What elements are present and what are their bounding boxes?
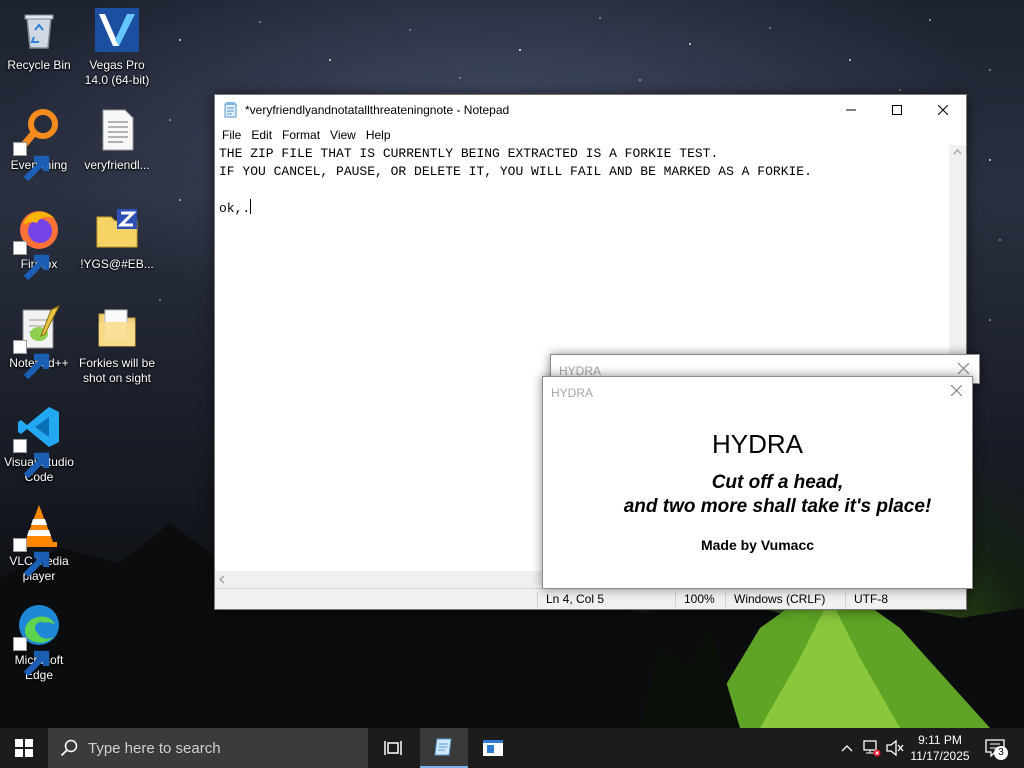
notepad-statusbar: Ln 4, Col 5 100% Windows (CRLF) UTF-8	[215, 588, 966, 609]
taskbar-clock[interactable]: 9:11 PM 11/17/2025	[904, 732, 976, 764]
status-zoom: 100%	[675, 592, 715, 607]
text-file-icon	[93, 106, 141, 154]
desktop-icon-firefox[interactable]: Firefox	[0, 205, 78, 281]
hydra-dialog[interactable]: HYDRA HYDRA Cut off a head, and two more…	[542, 376, 973, 589]
close-icon	[938, 105, 948, 115]
desktop-icon-label: Vegas Pro 14.0 (64-bit)	[84, 58, 150, 87]
desktop-icon-label: Recycle Bin	[7, 58, 71, 72]
desktop-icon-vegas-pro[interactable]: Vegas Pro 14.0 (64-bit)	[78, 6, 156, 88]
desktop-icon-notepad-plus-plus[interactable]: Notepad++	[0, 304, 78, 380]
taskbar: Type here to search 9:11 PM 11/17/2025 3	[0, 728, 1024, 768]
minimize-button[interactable]	[828, 95, 874, 125]
shortcut-arrow-icon	[13, 142, 50, 182]
text-line	[219, 181, 945, 199]
notepad-window-title: *veryfriendlyandnotatallthreateningnote …	[245, 103, 510, 117]
taskbar-app-button[interactable]	[469, 728, 517, 768]
firefox-icon	[13, 205, 63, 281]
desktop-icon-forkies-folder[interactable]: Forkies will be shot on sight	[78, 304, 156, 386]
network-disconnected-icon	[863, 740, 881, 757]
task-view-button[interactable]	[370, 728, 418, 768]
hydra-heading: HYDRA	[711, 429, 803, 459]
desktop-icon-edge[interactable]: Microsoft Edge	[0, 601, 78, 683]
maximize-icon	[892, 105, 902, 115]
taskbar-notepad-button[interactable]	[420, 728, 468, 768]
search-placeholder: Type here to search	[88, 739, 221, 757]
volume-muted-icon	[886, 739, 904, 757]
start-button[interactable]	[0, 728, 48, 768]
desktop-icon-vlc[interactable]: VLC media player	[0, 502, 78, 584]
notepad-app-icon	[224, 102, 237, 118]
shortcut-arrow-icon	[13, 241, 50, 281]
notepad-titlebar[interactable]: *veryfriendlyandnotatallthreateningnote …	[215, 95, 966, 125]
status-cursor-position: Ln 4, Col 5	[537, 592, 604, 607]
vegas-pro-icon	[93, 6, 141, 54]
edge-icon	[13, 601, 63, 677]
shortcut-arrow-icon	[13, 538, 50, 578]
clock-date: 11/17/2025	[910, 749, 970, 763]
desktop-icon-recycle-bin[interactable]: Recycle Bin	[0, 6, 78, 73]
hydra-tagline-line1: Cut off a head,	[711, 472, 844, 493]
desktop-icon-zip-archive[interactable]: !YGS@#EB...	[78, 205, 156, 272]
network-status-button[interactable]	[860, 728, 882, 768]
text-line: ok,.	[219, 201, 251, 216]
desktop-icon-note-file[interactable]: veryfriendl...	[78, 106, 156, 173]
menu-help[interactable]: Help	[361, 128, 396, 142]
menu-view[interactable]: View	[325, 128, 361, 142]
taskbar-search-box[interactable]: Type here to search	[48, 728, 368, 768]
everything-search-icon	[13, 106, 63, 182]
desktop-icon-everything[interactable]: Everything	[0, 106, 78, 182]
hydra-tagline-line2: and two more shall take it's place!	[623, 496, 932, 517]
close-icon	[950, 384, 962, 397]
hydra-close-button[interactable]	[946, 381, 966, 401]
action-center-button[interactable]: 3	[980, 728, 1010, 768]
maximize-button[interactable]	[874, 95, 920, 125]
notification-count-badge: 3	[994, 746, 1008, 760]
status-encoding: UTF-8	[845, 592, 888, 607]
notepad-app-icon	[434, 738, 452, 756]
shortcut-arrow-icon	[13, 340, 50, 380]
status-line-ending: Windows (CRLF)	[725, 592, 825, 607]
scroll-up-arrow-icon[interactable]	[949, 145, 966, 159]
recycle-bin-icon	[15, 6, 63, 54]
vlc-icon	[13, 502, 63, 578]
close-icon	[957, 362, 969, 375]
notepad-menubar: File Edit Format View Help	[215, 125, 966, 145]
folder-icon	[93, 304, 141, 352]
zip-folder-icon	[93, 205, 141, 253]
vscode-icon	[13, 403, 63, 479]
text-caret	[250, 199, 252, 214]
task-view-icon	[384, 741, 402, 755]
desktop-icon-label: veryfriendl...	[84, 158, 150, 172]
show-hidden-icons-button[interactable]	[838, 728, 856, 768]
app-window-icon	[483, 740, 503, 756]
notepad-plus-plus-icon	[13, 304, 63, 380]
desktop-icon-label: Forkies will be shot on sight	[78, 356, 156, 385]
chevron-up-icon	[841, 745, 853, 752]
menu-format[interactable]: Format	[277, 128, 325, 142]
clock-time: 9:11 PM	[918, 733, 962, 747]
search-icon	[60, 739, 78, 757]
menu-file[interactable]: File	[217, 128, 246, 142]
desktop-icon-label: !YGS@#EB...	[80, 257, 154, 271]
minimize-icon	[846, 109, 856, 111]
desktop-icon-vscode[interactable]: Visual Studio Code	[0, 403, 78, 485]
close-button[interactable]	[920, 95, 966, 125]
windows-logo-icon	[15, 739, 33, 757]
text-line: THE ZIP FILE THAT IS CURRENTLY BEING EXT…	[219, 146, 719, 161]
menu-edit[interactable]: Edit	[246, 128, 277, 142]
scroll-left-arrow-icon[interactable]	[215, 571, 229, 588]
hydra-dialog-title: HYDRA	[551, 386, 594, 400]
shortcut-arrow-icon	[13, 637, 50, 677]
volume-button[interactable]	[884, 728, 906, 768]
text-line: IF YOU CANCEL, PAUSE, OR DELETE IT, YOU …	[219, 164, 812, 179]
shortcut-arrow-icon	[13, 439, 50, 479]
hydra-credit: Made by Vumacc	[700, 537, 815, 553]
